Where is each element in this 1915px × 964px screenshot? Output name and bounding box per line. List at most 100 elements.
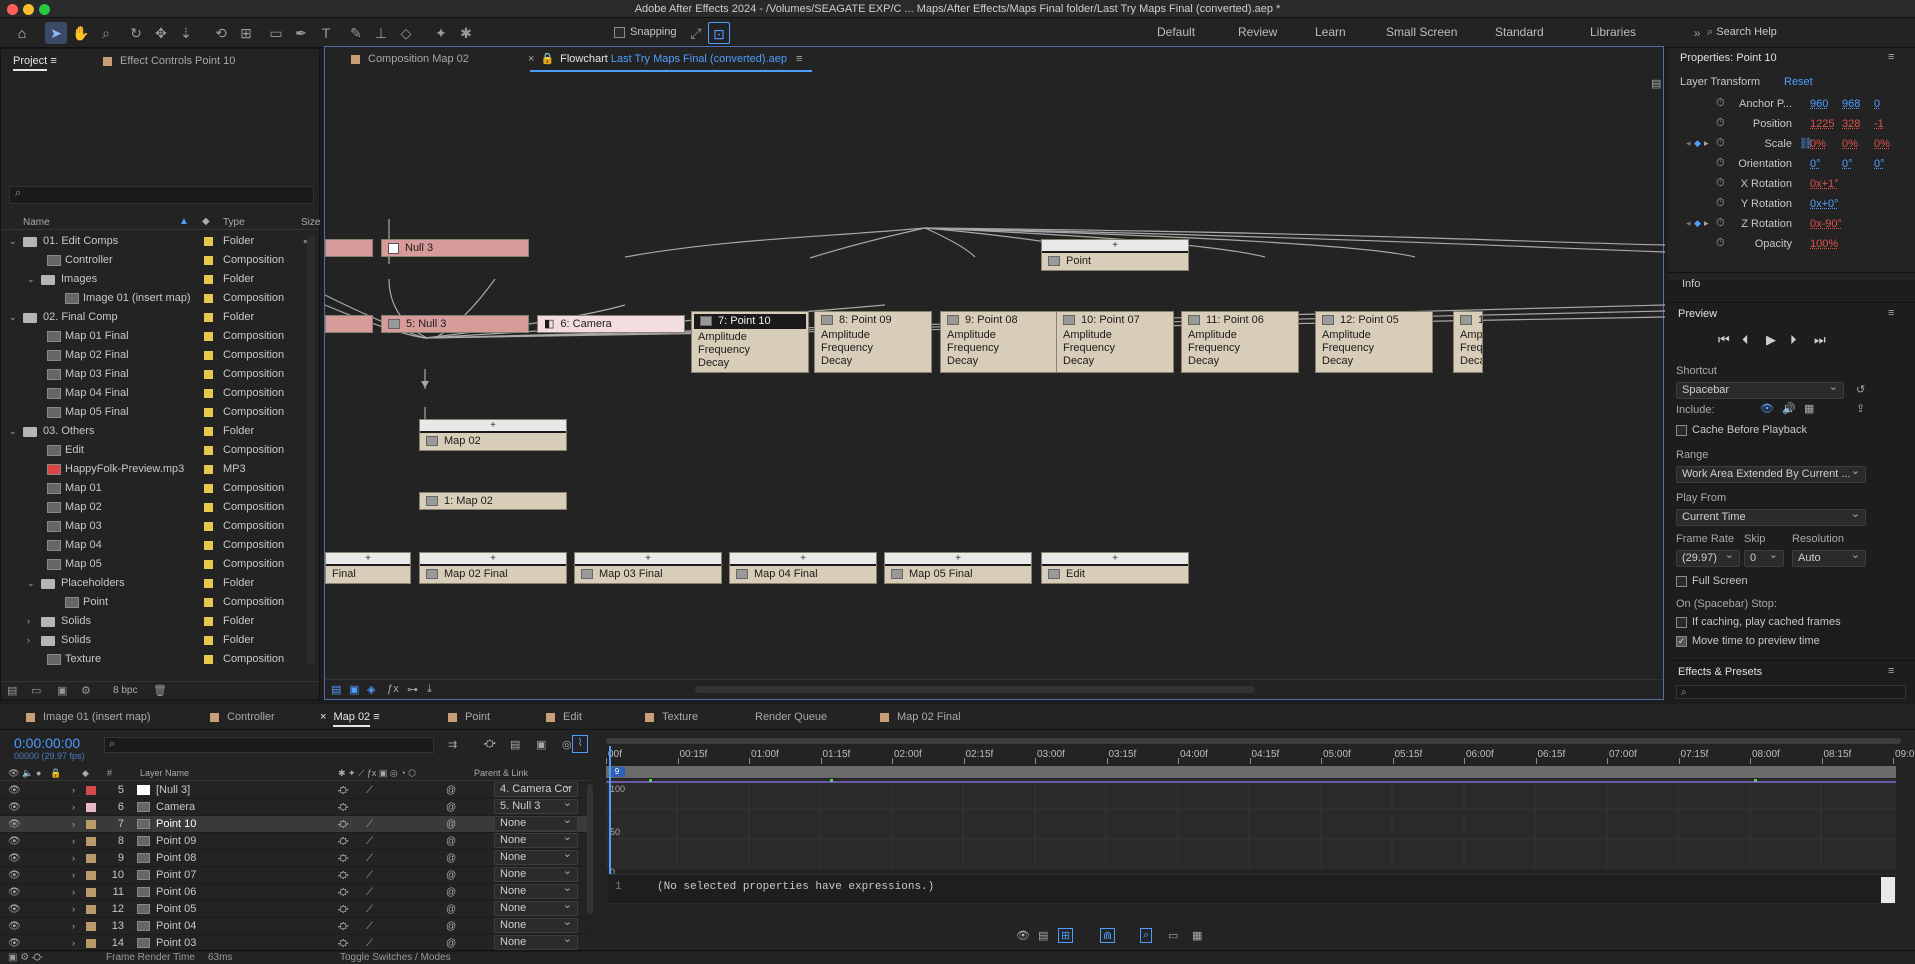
workspace-libraries[interactable]: Libraries <box>1590 25 1636 39</box>
layer-label-swatch[interactable] <box>86 803 96 812</box>
chevron-right-icon[interactable]: › <box>72 799 75 816</box>
label-color-swatch[interactable] <box>204 484 213 493</box>
pickwhip-icon[interactable]: @ <box>446 799 456 816</box>
pickwhip-icon[interactable]: @ <box>446 816 456 833</box>
label-color-swatch[interactable] <box>204 598 213 607</box>
stopwatch-icon[interactable]: ⏱ <box>1716 117 1725 130</box>
chevron-right-icon[interactable]: › <box>72 833 75 850</box>
lock-header-icon[interactable]: 🔒 <box>50 768 61 779</box>
project-item[interactable]: Map 03 Final Composition <box>1 365 319 384</box>
chevron-right-icon[interactable]: › <box>72 867 75 884</box>
project-item[interactable]: Edit Composition <box>1 441 319 460</box>
workspace-review[interactable]: Review <box>1238 25 1277 39</box>
layer-label-swatch[interactable] <box>86 820 96 829</box>
layer-row[interactable]: 👁 › 11 Point 06 ⛮ ⟋ @ None <box>0 882 590 901</box>
node-final-comp[interactable]: + Edit <box>1041 552 1189 584</box>
tab-effect-controls[interactable]: Effect Controls Point 10 <box>103 49 235 73</box>
skip-dropdown[interactable]: 0 <box>1744 548 1784 567</box>
node-null3[interactable]: Null 3 <box>381 239 529 257</box>
video-toggle-icon[interactable]: 👁 <box>8 850 21 867</box>
snapping-checkbox[interactable]: Snapping <box>614 26 677 38</box>
show-footage-icon[interactable]: ◈ <box>367 683 375 696</box>
chevron-down-icon[interactable]: ⌄ <box>27 270 35 289</box>
chevron-right-icon[interactable]: › <box>72 884 75 901</box>
layer-label-swatch[interactable] <box>86 837 96 846</box>
panel-menu-icon[interactable]: ≡ <box>370 711 379 723</box>
node-partial-left-top[interactable] <box>325 239 373 257</box>
close-window-icon[interactable] <box>7 4 18 15</box>
label-color-swatch[interactable] <box>204 294 213 303</box>
timeline-tab[interactable]: Map 02 Final <box>880 704 961 730</box>
shy-switch-icon[interactable]: ⛮ <box>338 867 349 884</box>
layer-label-swatch[interactable] <box>86 939 96 948</box>
zoom-tool-icon[interactable]: ⌕ <box>95 22 117 44</box>
pickwhip-icon[interactable]: @ <box>446 884 456 901</box>
layer-search-input[interactable]: ⌕ <box>104 737 434 753</box>
project-item[interactable]: ⌄ 02. Final Comp Folder <box>1 308 319 327</box>
project-item[interactable]: ⌄ Placeholders Folder <box>1 574 319 593</box>
project-item[interactable]: Controller Composition <box>1 251 319 270</box>
project-scrollbar[interactable] <box>307 235 315 665</box>
label-color-swatch[interactable] <box>204 313 213 322</box>
show-effects-icon[interactable]: ƒx <box>387 683 399 695</box>
property-value[interactable]: 0 <box>1874 98 1880 110</box>
cache-before-playback-checkbox[interactable]: Cache Before Playback <box>1676 424 1807 436</box>
timeline-tab[interactable]: Render Queue <box>755 704 827 730</box>
play-from-dropdown[interactable]: Current Time <box>1676 507 1866 526</box>
parent-dropdown[interactable]: None <box>494 899 578 916</box>
current-time-indicator[interactable] <box>609 746 611 874</box>
shy-switch-icon[interactable]: ⛮ <box>338 918 349 935</box>
project-item[interactable]: Map 04 Final Composition <box>1 384 319 403</box>
parent-dropdown[interactable]: 4. Camera Cor <box>494 782 578 797</box>
project-settings-icon[interactable]: ⚙ <box>81 684 91 697</box>
project-item[interactable]: Map 01 Composition <box>1 479 319 498</box>
render-icons[interactable]: ▣ ⚙ ⛮ <box>8 952 42 963</box>
layer-name[interactable]: Point 06 <box>156 884 196 901</box>
parent-dropdown[interactable]: 5. Null 3 <box>494 797 578 814</box>
puppet-tool-icon[interactable]: ✱ <box>455 22 477 44</box>
video-toggle-icon[interactable]: 👁 <box>8 901 21 918</box>
layer-row[interactable]: 👁 › 10 Point 07 ⛮ ⟋ @ None <box>0 865 590 884</box>
clone-stamp-tool-icon[interactable]: ⊥ <box>370 22 392 44</box>
label-color-swatch[interactable] <box>204 389 213 398</box>
layer-label-swatch[interactable] <box>86 871 96 880</box>
shy-switch-icon[interactable]: ⛮ <box>338 782 349 799</box>
range-dropdown[interactable]: Work Area Extended By Current ... <box>1676 464 1866 483</box>
project-item[interactable]: HappyFolk-Preview.mp3 MP3 <box>1 460 319 479</box>
expand-property-icon[interactable]: ▸ <box>1704 218 1709 229</box>
panel-menu-icon[interactable]: ≡ <box>50 55 56 67</box>
shy-switch-icon[interactable]: ⛮ <box>338 799 349 816</box>
show-layers-icon[interactable]: ▣ <box>349 683 359 696</box>
chevron-right-icon[interactable]: › <box>72 816 75 833</box>
pickwhip-icon[interactable]: @ <box>446 782 456 799</box>
current-time-display[interactable]: 0:00:00:00 <box>14 735 80 751</box>
property-value[interactable]: 100% <box>1810 238 1838 250</box>
shortcut-dropdown[interactable]: Spacebar <box>1676 380 1844 399</box>
switches-header-icon[interactable]: ✱ ✦ ⟋ ƒx ▣ ◎ ◔ ⬡ <box>338 768 416 779</box>
shy-layers-icon[interactable]: ▤ <box>510 738 520 751</box>
node-point[interactable]: + Point <box>1041 239 1189 271</box>
layer-row[interactable]: 👁 › 12 Point 05 ⛮ ⟋ @ None <box>0 899 590 918</box>
property-value[interactable]: 960 <box>1810 98 1828 110</box>
workspace-small-screen[interactable]: Small Screen <box>1386 25 1457 39</box>
shy-switch-icon[interactable]: ⛮ <box>338 901 349 918</box>
node-expand-icon[interactable]: + <box>575 553 721 566</box>
chevron-right-icon[interactable]: › <box>72 918 75 935</box>
video-toggle-icon[interactable]: 👁 <box>8 799 21 816</box>
snap-icon[interactable]: ⋒ <box>1100 928 1116 943</box>
graph-editor-icon[interactable]: ⌇ <box>572 735 588 753</box>
timeline-tab[interactable]: Texture <box>645 704 698 730</box>
pen-tool-icon[interactable]: ✒ <box>290 22 312 44</box>
next-frame-icon[interactable]: ⏵ <box>1790 332 1797 348</box>
layer-label-swatch[interactable] <box>86 905 96 914</box>
project-item[interactable]: Image 01 (insert map) Composition <box>1 289 319 308</box>
node-point-layer[interactable]: 1 AmplitudeFrequencyDecay <box>1453 311 1483 373</box>
project-item[interactable]: Map 05 Final Composition <box>1 403 319 422</box>
property-value[interactable]: 0° <box>1810 158 1821 170</box>
selection-tool-icon[interactable]: ➤ <box>45 22 67 44</box>
tab-project[interactable]: Project ≡ <box>13 49 57 73</box>
property-value[interactable]: 0x+1° <box>1810 178 1839 190</box>
quality-switch-icon[interactable]: ⟋ <box>366 850 373 867</box>
sort-ascending-icon[interactable]: ▲ <box>179 216 189 227</box>
brush-tool-icon[interactable]: ✎ <box>345 22 367 44</box>
